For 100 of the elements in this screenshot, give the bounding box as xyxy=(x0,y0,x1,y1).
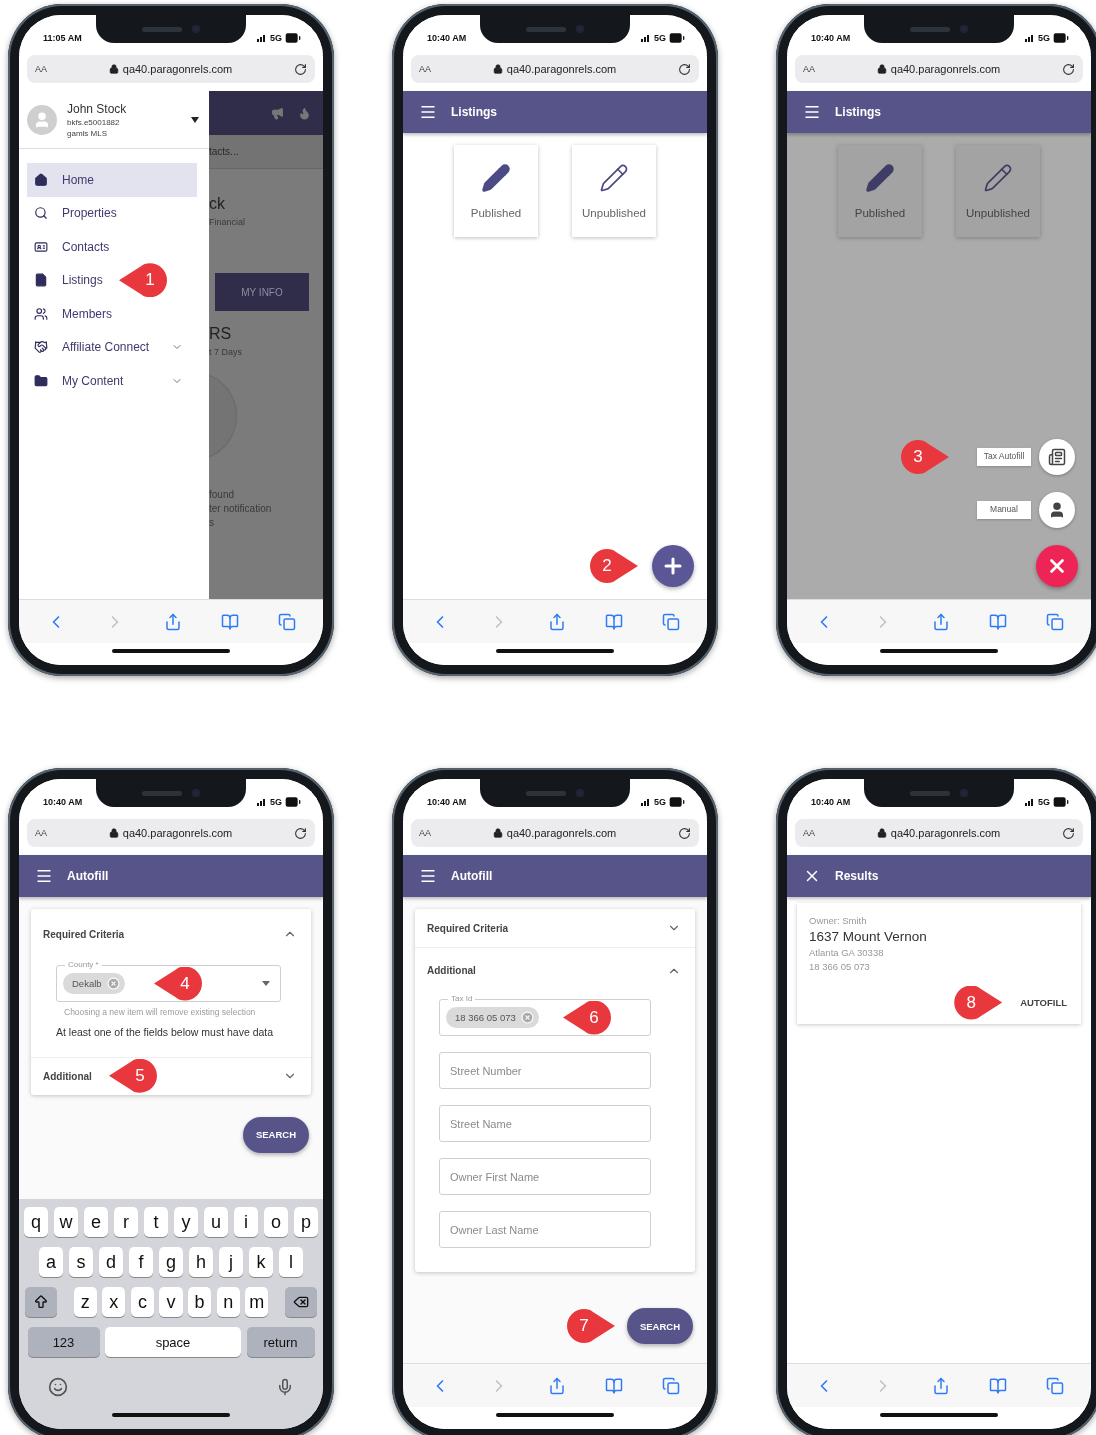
bookmarks-icon[interactable] xyxy=(220,612,239,631)
letter-key[interactable]: i xyxy=(233,1207,259,1237)
reload-icon[interactable] xyxy=(678,826,691,840)
text-size-button[interactable]: AA xyxy=(35,828,47,838)
letter-key[interactable]: g xyxy=(158,1247,184,1277)
section-header[interactable]: Additional xyxy=(415,947,695,993)
menu-icon[interactable] xyxy=(419,103,437,121)
letter-key[interactable]: l xyxy=(278,1247,304,1277)
menu-item[interactable]: Listings xyxy=(27,263,117,297)
letter-key[interactable]: e xyxy=(83,1207,109,1237)
listing-tile[interactable]: Unpublished xyxy=(956,145,1040,237)
remove-icon[interactable] xyxy=(520,1011,534,1024)
letter-key[interactable]: p xyxy=(293,1207,319,1237)
backspace-key[interactable] xyxy=(285,1287,318,1317)
address-bar[interactable]: AA qa40.paragonrels.com xyxy=(795,819,1083,847)
share-icon[interactable] xyxy=(932,612,950,631)
tabs-icon[interactable] xyxy=(661,1376,680,1395)
text-size-button[interactable]: AA xyxy=(35,64,47,74)
emoji-icon[interactable] xyxy=(48,1377,68,1397)
dropdown-caret-icon[interactable] xyxy=(262,981,270,986)
address-bar[interactable]: AA qa40.paragonrels.com xyxy=(411,55,699,83)
text-size-button[interactable]: AA xyxy=(419,828,431,838)
text-size-button[interactable]: AA xyxy=(803,64,815,74)
letter-key[interactable]: a xyxy=(38,1247,64,1277)
address-bar[interactable]: AA qa40.paragonrels.com xyxy=(27,819,315,847)
reload-icon[interactable] xyxy=(294,826,307,840)
letter-key[interactable]: s xyxy=(68,1247,94,1277)
bookmarks-icon[interactable] xyxy=(604,1376,623,1395)
letter-key[interactable]: q xyxy=(23,1207,49,1237)
action-button[interactable] xyxy=(1039,492,1075,528)
share-icon[interactable] xyxy=(164,612,182,631)
profile-header[interactable]: John Stock bkfs.e5001882 gamls MLS xyxy=(19,91,209,149)
listing-tile[interactable]: Published xyxy=(838,145,922,237)
share-icon[interactable] xyxy=(548,1376,566,1395)
value-chip[interactable]: Dekalb xyxy=(63,973,125,994)
letter-key[interactable]: w xyxy=(53,1207,79,1237)
letter-key[interactable]: z xyxy=(73,1287,97,1317)
text-size-button[interactable]: AA xyxy=(803,828,815,838)
menu-item[interactable]: Affiliate Connect xyxy=(27,330,197,364)
letter-key[interactable]: h xyxy=(188,1247,214,1277)
bookmarks-icon[interactable] xyxy=(604,612,623,631)
tabs-icon[interactable] xyxy=(661,612,680,631)
share-icon[interactable] xyxy=(548,612,566,631)
menu-icon[interactable] xyxy=(35,867,53,885)
letter-key[interactable]: b xyxy=(188,1287,212,1317)
letter-key[interactable]: o xyxy=(263,1207,289,1237)
letter-key[interactable]: k xyxy=(248,1247,274,1277)
share-icon[interactable] xyxy=(932,1376,950,1395)
text-field[interactable]: Owner Last Name xyxy=(439,1211,651,1248)
floating-action-button[interactable] xyxy=(652,545,694,587)
action-button[interactable] xyxy=(1039,439,1075,475)
menu-item[interactable]: My Content xyxy=(27,364,197,398)
menu-item[interactable]: Home xyxy=(27,163,197,197)
menu-item[interactable]: Contacts xyxy=(27,230,124,264)
autofill-button[interactable]: AUTOFILL xyxy=(1018,989,1069,1016)
remove-icon[interactable] xyxy=(106,977,120,990)
reload-icon[interactable] xyxy=(678,62,691,76)
text-size-button[interactable]: AA xyxy=(419,64,431,74)
section-header[interactable]: Required Criteria xyxy=(415,909,695,947)
letter-key[interactable]: u xyxy=(203,1207,229,1237)
letter-key[interactable]: t xyxy=(143,1207,169,1237)
microphone-icon[interactable] xyxy=(276,1378,294,1396)
reload-icon[interactable] xyxy=(1062,826,1075,840)
tabs-icon[interactable] xyxy=(1045,1376,1064,1395)
caret-icon[interactable] xyxy=(191,116,199,123)
menu-icon[interactable] xyxy=(419,867,437,885)
address-bar[interactable]: AA qa40.paragonrels.com xyxy=(411,819,699,847)
letter-key[interactable]: j xyxy=(218,1247,244,1277)
my-info-button[interactable]: MY INFO xyxy=(215,273,309,311)
space-key[interactable]: space xyxy=(105,1327,241,1357)
floating-action-button[interactable] xyxy=(1036,545,1078,587)
menu-icon[interactable] xyxy=(803,103,821,121)
letter-key[interactable]: c xyxy=(130,1287,154,1317)
letter-key[interactable]: y xyxy=(173,1207,199,1237)
search-button[interactable]: SEARCH xyxy=(243,1116,309,1153)
text-field[interactable]: Owner First Name xyxy=(439,1158,651,1195)
section-header[interactable]: Required Criteria xyxy=(31,909,311,959)
reload-icon[interactable] xyxy=(294,62,307,76)
address-bar[interactable]: AA qa40.paragonrels.com xyxy=(795,55,1083,83)
letter-key[interactable]: f xyxy=(128,1247,154,1277)
text-field[interactable]: Street Name xyxy=(439,1105,651,1142)
listing-tile[interactable]: Unpublished xyxy=(572,145,656,237)
letter-key[interactable]: m xyxy=(245,1287,269,1317)
value-chip[interactable]: 18 366 05 073 xyxy=(446,1007,539,1028)
address-bar[interactable]: AA qa40.paragonrels.com xyxy=(27,55,315,83)
letter-key[interactable]: n xyxy=(216,1287,240,1317)
menu-item[interactable]: Members xyxy=(27,297,126,331)
reload-icon[interactable] xyxy=(1062,62,1075,76)
letter-key[interactable]: d xyxy=(98,1247,124,1277)
tabs-icon[interactable] xyxy=(1045,612,1064,631)
letter-key[interactable]: r xyxy=(113,1207,139,1237)
text-field[interactable]: Street Number xyxy=(439,1052,651,1089)
search-button[interactable]: SEARCH xyxy=(627,1308,693,1344)
tabs-icon[interactable] xyxy=(277,612,296,631)
menu-item[interactable]: Properties xyxy=(27,196,131,230)
numbers-key[interactable]: 123 xyxy=(27,1327,100,1357)
letter-key[interactable]: x xyxy=(102,1287,126,1317)
shift-key[interactable] xyxy=(24,1287,57,1317)
bookmarks-icon[interactable] xyxy=(988,1376,1007,1395)
bookmarks-icon[interactable] xyxy=(988,612,1007,631)
